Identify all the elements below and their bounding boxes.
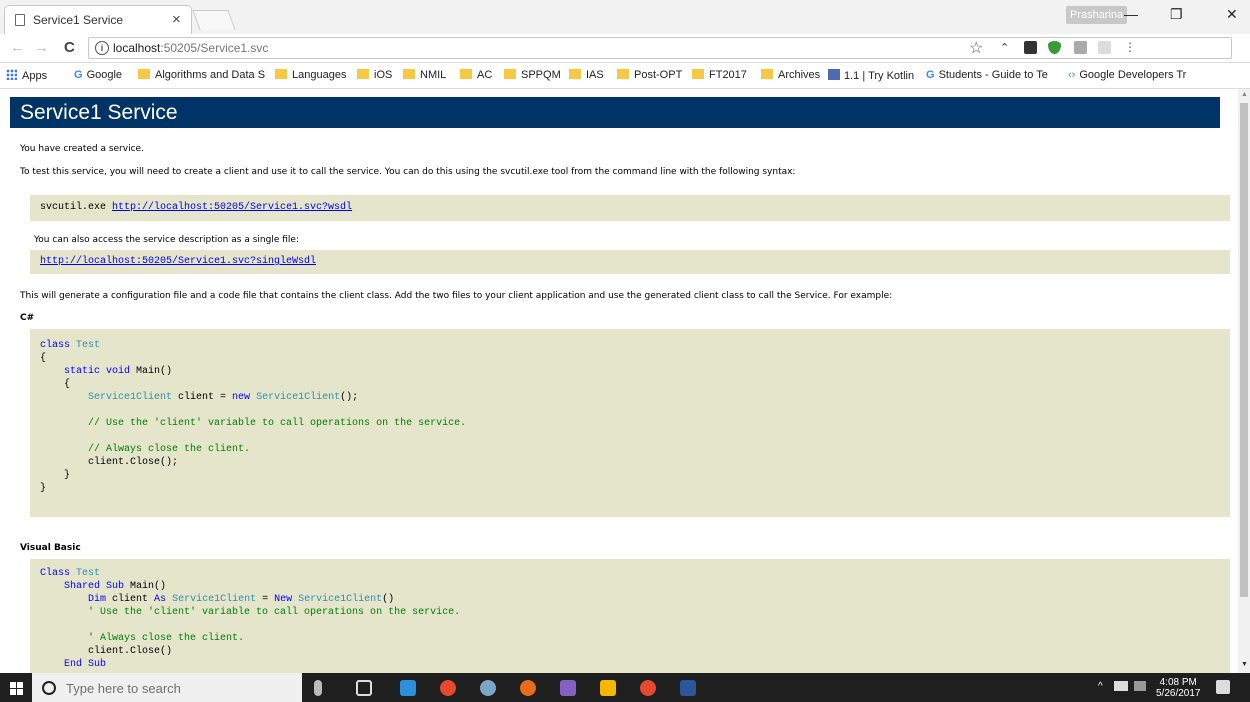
bookmark-archives[interactable]: Archives: [761, 69, 820, 81]
bookmark-ias[interactable]: IAS: [569, 69, 604, 81]
maximize-icon[interactable]: ❐: [1170, 6, 1183, 23]
vb-label: Visual Basic: [20, 543, 81, 553]
google-icon: G: [926, 69, 935, 81]
csharp-code-block: class Test { static void Main() { Servic…: [30, 329, 1230, 517]
bookmark-apps[interactable]: Apps: [6, 69, 47, 82]
bookmark-star-icon[interactable]: ☆: [969, 38, 983, 58]
developers-icon: ‹›: [1068, 69, 1076, 81]
folder-icon: [617, 69, 629, 79]
google-icon: G: [74, 69, 83, 81]
minimize-icon[interactable]: —: [1124, 6, 1138, 22]
taskbar-search[interactable]: Type here to search: [32, 673, 302, 702]
page-scrollbar[interactable]: ▲ ▼: [1238, 89, 1250, 673]
tab-close-icon[interactable]: ×: [172, 11, 181, 28]
bookmark-post-opt[interactable]: Post-OPT: [617, 69, 682, 81]
scroll-up-icon[interactable]: ▲: [1241, 91, 1248, 98]
bookmark-ft2017[interactable]: FT2017: [692, 69, 747, 81]
extension-arrow-icon[interactable]: ⌃: [1000, 41, 1013, 54]
test-instructions-text: To test this service, you will need to c…: [20, 167, 796, 177]
single-file-text: You can also access the service descript…: [34, 235, 299, 245]
folder-icon: [403, 69, 415, 79]
clock-time: 4:08 PM: [1159, 677, 1197, 688]
close-window-icon[interactable]: ✕: [1226, 6, 1238, 23]
page-title: Service1 Service: [10, 97, 1220, 128]
wifi-icon[interactable]: [1134, 681, 1146, 691]
csharp-label: C#: [20, 313, 35, 323]
notification-icon[interactable]: [1216, 680, 1230, 694]
chrome-icon[interactable]: [440, 680, 456, 696]
folder-icon: [138, 69, 150, 79]
windows-taskbar: Type here to search ^ 4:08 PM 5/26/2017: [0, 673, 1250, 702]
task-view-icon[interactable]: [356, 680, 372, 696]
url-host: localhost: [113, 41, 161, 55]
bookmark-algorithms[interactable]: Algorithms and Data S: [138, 69, 265, 81]
file-explorer-icon[interactable]: [600, 680, 616, 696]
vb-code-block: Class Test Shared Sub Main() Dim client …: [30, 559, 1230, 673]
folder-icon: [275, 69, 287, 79]
folder-icon: [460, 69, 472, 79]
tab-title: Service1 Service: [33, 13, 124, 27]
extension-icon[interactable]: [1024, 41, 1037, 54]
single-wsdl-link[interactable]: http://localhost:50205/Service1.svc?sing…: [40, 256, 316, 267]
browser-tab[interactable]: Service1 Service ×: [4, 5, 192, 34]
cortana-icon: [42, 681, 56, 695]
created-text: You have created a service.: [20, 144, 144, 154]
info-icon[interactable]: i: [95, 41, 109, 55]
extension-box-icon[interactable]: [1074, 41, 1087, 54]
wsdl-link[interactable]: http://localhost:50205/Service1.svc?wsdl: [112, 202, 352, 213]
svcutil-command-box: svcutil.exe http://localhost:50205/Servi…: [30, 195, 1230, 221]
bookmark-google[interactable]: G Google: [74, 69, 122, 81]
scroll-down-icon[interactable]: ▼: [1241, 661, 1248, 668]
bookmark-google-developers[interactable]: ‹› Google Developers Tr: [1068, 69, 1186, 81]
gimp-icon[interactable]: [480, 680, 496, 696]
url-path: :50205/Service1.svc: [160, 41, 269, 55]
visual-studio-icon[interactable]: [560, 680, 576, 696]
browser-toolbar: ← → C i localhost:50205/Service1.svc ☆: [0, 34, 1250, 63]
bookmark-sppqm[interactable]: SPPQM: [504, 69, 561, 81]
windows-start-icon[interactable]: [10, 682, 23, 695]
folder-icon: [569, 69, 581, 79]
bookmark-ac[interactable]: AC: [460, 69, 492, 81]
kotlin-icon: [828, 69, 840, 80]
taskbar-search-placeholder: Type here to search: [66, 681, 181, 696]
url-text[interactable]: localhost:50205/Service1.svc: [113, 41, 268, 55]
folder-icon: [504, 69, 516, 79]
bookmark-nmil[interactable]: NMIL: [403, 69, 446, 81]
tray-expand-icon[interactable]: ^: [1098, 681, 1103, 692]
bookmarks-bar: Apps G Google Algorithms and Data S Langu…: [0, 63, 1250, 89]
vb-code: Class Test Shared Sub Main() Dim client …: [40, 568, 461, 670]
new-tab-button[interactable]: [192, 10, 236, 30]
svcutil-command: svcutil.exe: [40, 202, 113, 213]
bookmark-students[interactable]: G Students - Guide to Te: [926, 69, 1048, 81]
network-icon[interactable]: [1114, 681, 1128, 691]
firefox-icon[interactable]: [520, 680, 536, 696]
back-icon[interactable]: ←: [10, 39, 25, 56]
csharp-code: class Test { static void Main() { Servic…: [40, 340, 467, 494]
reload-icon[interactable]: C: [64, 39, 75, 56]
bookmark-languages[interactable]: Languages: [275, 69, 346, 81]
bookmark-ios[interactable]: iOS: [357, 69, 392, 81]
download-app-icon[interactable]: [400, 680, 416, 696]
scrollbar-thumb[interactable]: [1240, 103, 1248, 597]
bookmark-kotlin[interactable]: 1.1 | Try Kotlin: [828, 69, 914, 82]
page-content: Service1 Service You have created a serv…: [0, 89, 1238, 673]
generate-text: This will generate a configuration file …: [20, 291, 893, 301]
clock-date: 5/26/2017: [1156, 688, 1201, 699]
folder-icon: [692, 69, 704, 79]
folder-icon: [761, 69, 773, 79]
clock[interactable]: 4:08 PM 5/26/2017: [1156, 677, 1201, 699]
menu-icon[interactable]: ⋮: [1124, 40, 1137, 54]
microphone-icon[interactable]: [314, 680, 322, 696]
single-wsdl-box: http://localhost:50205/Service1.svc?sing…: [30, 250, 1230, 274]
folder-icon: [357, 69, 369, 79]
forward-icon[interactable]: →: [34, 39, 49, 56]
apps-icon: [6, 69, 17, 80]
page-icon: [15, 14, 25, 26]
word-icon[interactable]: [680, 680, 696, 696]
pdf-extension-icon[interactable]: [1098, 41, 1111, 54]
tab-strip: Service1 Service × Prasharina — ❐ ✕: [0, 0, 1250, 34]
profile-button[interactable]: Prasharina: [1066, 6, 1128, 24]
chrome-window-icon[interactable]: [640, 680, 656, 696]
